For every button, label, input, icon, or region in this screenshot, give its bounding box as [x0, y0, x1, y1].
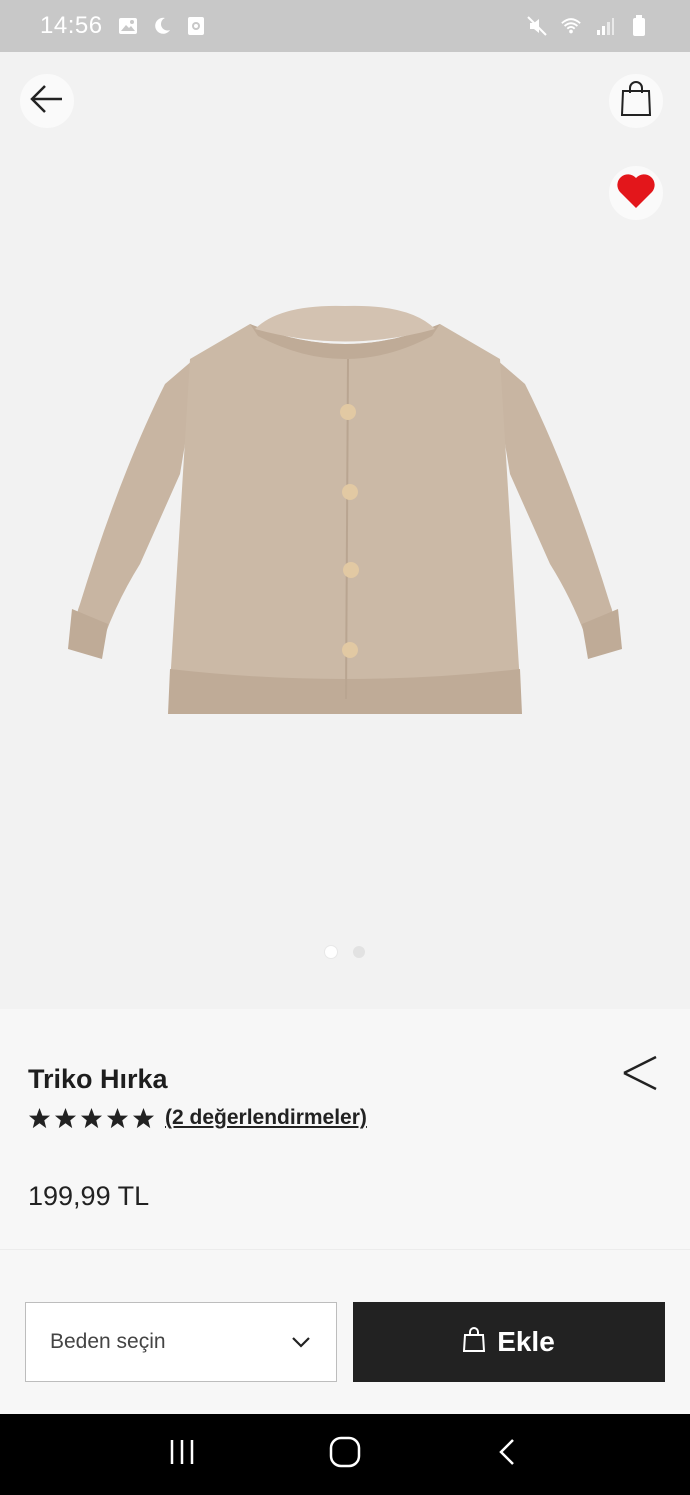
size-select-label: Beden seçin	[50, 1330, 166, 1353]
recents-icon	[167, 1437, 197, 1472]
product-gallery[interactable]	[0, 52, 690, 1009]
image-icon	[117, 15, 139, 37]
product-price: 199,99 TL	[28, 1181, 150, 1211]
product-info: Triko Hırka (2 değerlendirmeler) 199,99 …	[0, 1009, 690, 1249]
status-bar: 14:56	[0, 0, 690, 52]
size-select[interactable]: Beden seçin	[25, 1302, 337, 1382]
recents-button[interactable]	[152, 1425, 212, 1485]
moon-icon	[151, 15, 173, 37]
add-to-bag-button[interactable]: Ekle	[353, 1302, 665, 1382]
back-icon	[493, 1437, 523, 1472]
star-icon	[80, 1107, 103, 1128]
chevron-down-icon	[290, 1331, 312, 1353]
gallery-pagination	[0, 946, 690, 958]
pagination-dot[interactable]	[353, 946, 365, 958]
shopping-bag-icon	[463, 1326, 486, 1358]
mute-icon	[526, 15, 548, 37]
star-icon	[28, 1107, 51, 1128]
status-time: 14:56	[40, 12, 103, 39]
shopping-bag-button[interactable]	[609, 74, 663, 128]
wifi-icon	[560, 15, 582, 37]
share-button[interactable]	[620, 1053, 660, 1093]
system-back-button[interactable]	[478, 1425, 538, 1485]
product-rating: (2 değerlendirmeler)	[28, 1106, 367, 1130]
screen-record-icon	[185, 15, 207, 37]
reviews-link[interactable]: (2 değerlendirmeler)	[165, 1106, 367, 1130]
system-nav-bar	[0, 1414, 690, 1495]
battery-icon	[628, 15, 650, 37]
favorite-button[interactable]	[609, 166, 663, 220]
purchase-bar: Beden seçin Ekle	[0, 1249, 690, 1414]
star-icon	[106, 1107, 129, 1128]
back-button[interactable]	[20, 74, 74, 128]
share-icon	[620, 1055, 660, 1097]
star-icon	[54, 1107, 77, 1128]
rating-stars	[28, 1107, 155, 1130]
product-image[interactable]	[60, 274, 630, 737]
add-to-bag-label: Ekle	[497, 1326, 555, 1357]
pagination-dot-active[interactable]	[325, 946, 337, 958]
heart-icon	[615, 172, 657, 215]
star-icon	[132, 1107, 155, 1128]
signal-icon	[594, 15, 616, 37]
arrow-left-icon	[29, 81, 65, 122]
home-button[interactable]	[315, 1425, 375, 1485]
home-icon	[328, 1435, 362, 1474]
product-title: Triko Hırka	[28, 1064, 168, 1094]
shopping-bag-icon	[620, 80, 652, 122]
